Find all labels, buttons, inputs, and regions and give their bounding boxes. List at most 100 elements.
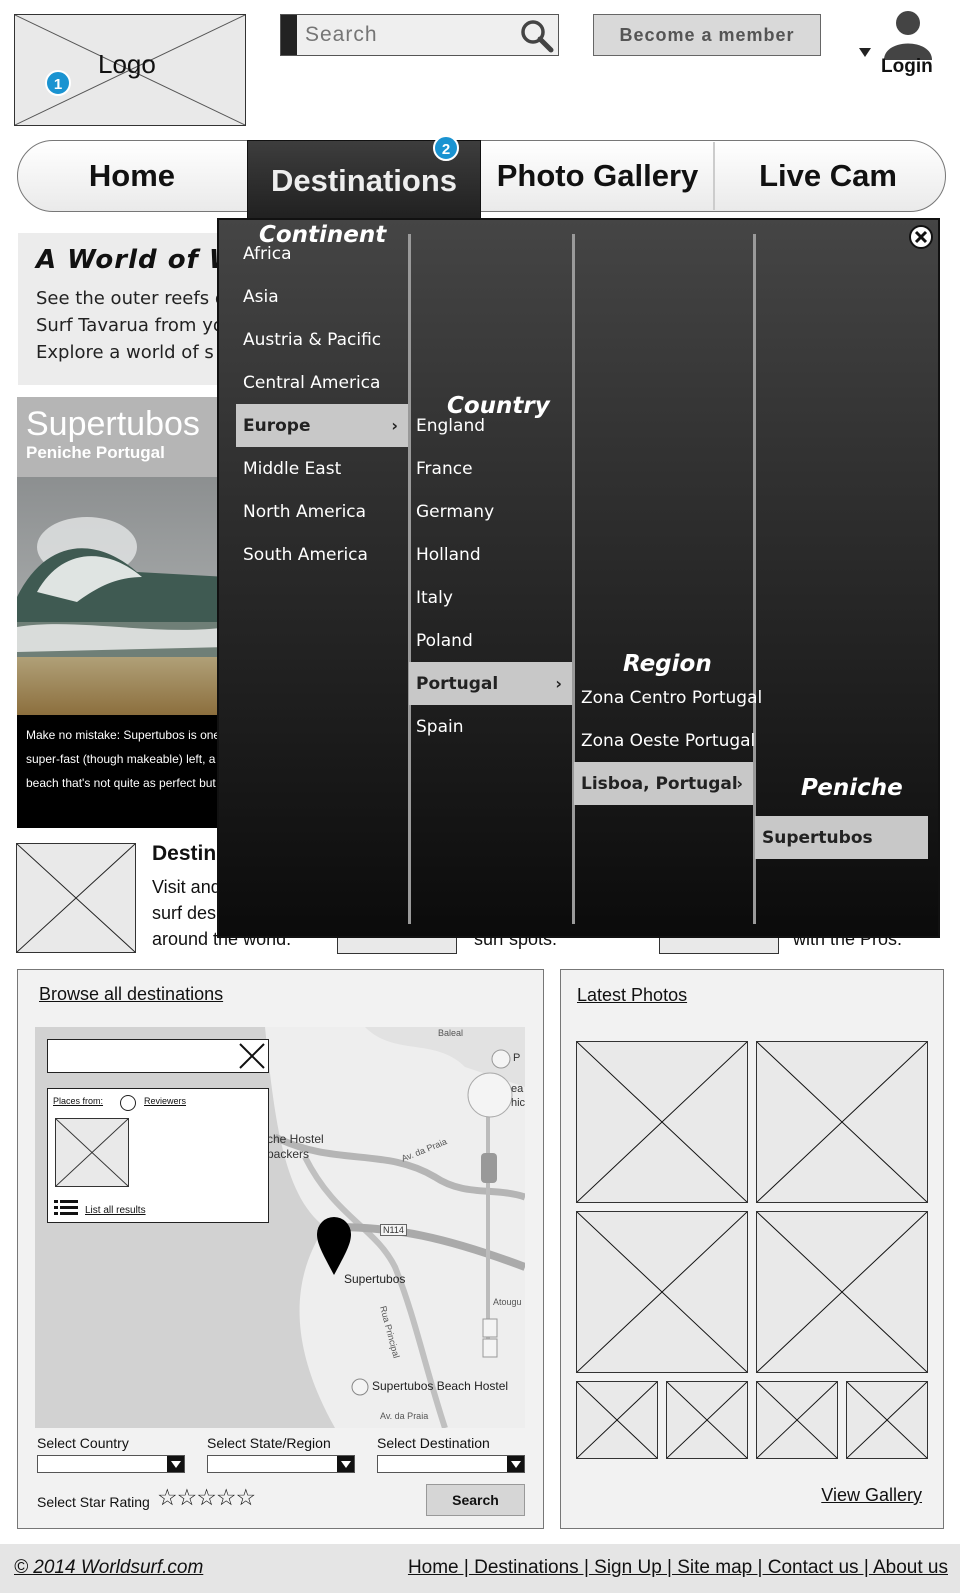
continent-item[interactable]: North America	[236, 490, 408, 533]
logo-placeholder[interactable]: Logo	[14, 14, 246, 126]
continent-item[interactable]: Central America	[236, 361, 408, 404]
country-item[interactable]: Italy	[409, 576, 572, 619]
reviewers-radio[interactable]	[120, 1095, 136, 1111]
map-label-hostel: che Hostel	[267, 1132, 324, 1146]
select-country-dropdown[interactable]	[37, 1455, 185, 1473]
star-rating-label: Select Star Rating	[37, 1494, 150, 1510]
photo-thumbnail[interactable]	[756, 1041, 928, 1203]
map-popup: Places from: Reviewers List all results	[47, 1088, 269, 1223]
user-icon	[884, 11, 932, 60]
annotation-badge-1: 1	[45, 70, 71, 96]
featured-destination[interactable]: Supertubos Peniche Portugal Make no mist…	[17, 397, 228, 828]
search-box[interactable]	[280, 14, 559, 56]
continent-label: Europe	[243, 415, 311, 436]
promo-image-2[interactable]	[337, 938, 457, 954]
region-item[interactable]: Zona Oeste Portugal	[574, 719, 755, 762]
map-label-av-praia-2: Av. da Praia	[380, 1411, 429, 1421]
select-country-label: Select Country	[37, 1435, 129, 1451]
city-heading: Peniche	[801, 775, 903, 801]
latest-photos-link[interactable]: Latest Photos	[577, 985, 687, 1006]
hero-line-3: Explore a world of s	[36, 342, 214, 363]
reviewers-link[interactable]: Reviewers	[144, 1096, 186, 1106]
promo-image-1[interactable]	[16, 843, 136, 953]
country-item[interactable]: Poland	[409, 619, 572, 662]
country-item[interactable]: France	[409, 447, 572, 490]
browse-all-link[interactable]: Browse all destinations	[39, 984, 223, 1005]
tab-live-cam[interactable]: Live Cam	[715, 140, 941, 212]
continent-item[interactable]: Middle East	[236, 447, 408, 490]
map-label-n114: N114	[380, 1224, 407, 1236]
country-item-portugal[interactable]: Portugal ›	[409, 662, 572, 705]
continent-item[interactable]: Africa	[236, 232, 408, 275]
country-label: Portugal	[416, 673, 499, 694]
map-label-beach-hostel: Supertubos Beach Hostel	[372, 1379, 509, 1393]
close-icon[interactable]	[238, 1042, 266, 1070]
chevron-down-icon	[167, 1456, 184, 1472]
chevron-right-icon: ›	[555, 674, 562, 693]
footer: © 2014 Worldsurf.com Home | Destinations…	[0, 1544, 960, 1593]
continent-item[interactable]: South America	[236, 533, 408, 576]
annotation-badge-2: 2	[433, 135, 459, 161]
country-item[interactable]: Germany	[409, 490, 572, 533]
login-button[interactable]: Login	[878, 8, 956, 78]
select-state-label: Select State/Region	[207, 1435, 331, 1451]
login-dropdown-caret-icon[interactable]	[859, 48, 871, 57]
chevron-right-icon: ›	[391, 416, 398, 435]
region-item[interactable]: Zona Centro Portugal	[574, 676, 762, 719]
spot-item-supertubos[interactable]: Supertubos	[755, 816, 928, 859]
search-bar-accent	[281, 15, 297, 55]
search-icon[interactable]	[518, 17, 556, 55]
photo-thumbnail[interactable]	[756, 1211, 928, 1373]
photo-thumbnail-small[interactable]	[666, 1381, 748, 1459]
map-label-backpackers: packers	[267, 1147, 310, 1161]
photo-thumbnail-small[interactable]	[756, 1381, 838, 1459]
photo-thumbnail-small[interactable]	[576, 1381, 658, 1459]
copyright: © 2014 Worldsurf.com	[14, 1557, 204, 1578]
map-search-field[interactable]	[47, 1039, 269, 1073]
popup-thumbnail[interactable]	[55, 1118, 129, 1187]
region-item-lisboa[interactable]: Lisboa, Portugal ›	[574, 762, 753, 805]
menu-column-divider	[572, 234, 575, 924]
chevron-down-icon	[337, 1456, 354, 1472]
chevron-down-icon	[507, 1456, 524, 1472]
map[interactable]: Supertubos che Hostel packers Av. da Pra…	[35, 1027, 525, 1428]
star-rating-input[interactable]: ☆☆☆☆☆	[157, 1485, 256, 1511]
map-label-hic: hic	[511, 1097, 525, 1109]
featured-wave-photo	[17, 477, 228, 715]
select-state-dropdown[interactable]	[207, 1455, 355, 1473]
region-heading: Region	[623, 651, 712, 677]
select-destination-dropdown[interactable]	[377, 1455, 525, 1473]
destinations-mega-menu: Continent Africa Asia Austria & Pacific …	[217, 218, 940, 938]
search-input[interactable]	[305, 21, 510, 49]
search-button[interactable]: Search	[426, 1484, 525, 1516]
continent-item[interactable]: Austria & Pacific	[236, 318, 408, 361]
photo-thumbnail-small[interactable]	[846, 1381, 928, 1459]
continent-item[interactable]: Asia	[236, 275, 408, 318]
continent-item-europe[interactable]: Europe ›	[236, 404, 408, 447]
tab-photo-gallery[interactable]: Photo Gallery	[482, 140, 713, 212]
tab-home[interactable]: Home	[17, 140, 247, 212]
map-pin-icon[interactable]	[317, 1217, 351, 1275]
hero-line-1: See the outer reefs of	[36, 288, 233, 309]
footer-links[interactable]: Home | Destinations | Sign Up | Site map…	[408, 1557, 948, 1579]
hero-line-2: Surf Tavarua from you	[36, 315, 236, 336]
photo-thumbnail[interactable]	[576, 1041, 748, 1203]
featured-caption-1: Make no mistake: Supertubos is one	[26, 728, 221, 742]
places-from-link[interactable]: Places from:	[53, 1096, 103, 1106]
country-item[interactable]: England	[409, 404, 572, 447]
featured-subtitle: Peniche Portugal	[26, 443, 165, 462]
region-label: Lisboa, Portugal	[581, 773, 738, 794]
close-icon[interactable]	[909, 225, 933, 249]
promo-line-1: Visit and	[152, 877, 221, 897]
promo-image-3[interactable]	[659, 938, 779, 954]
become-member-button[interactable]: Become a member	[593, 14, 821, 56]
list-all-results-link[interactable]: List all results	[85, 1205, 146, 1216]
view-gallery-link[interactable]: View Gallery	[821, 1485, 922, 1506]
map-label-p: P	[513, 1052, 521, 1064]
country-item[interactable]: Spain	[409, 705, 572, 748]
photo-thumbnail[interactable]	[576, 1211, 748, 1373]
list-icon[interactable]	[54, 1200, 78, 1216]
login-label: Login	[881, 56, 933, 77]
country-item[interactable]: Holland	[409, 533, 572, 576]
featured-title: Supertubos	[26, 405, 200, 443]
